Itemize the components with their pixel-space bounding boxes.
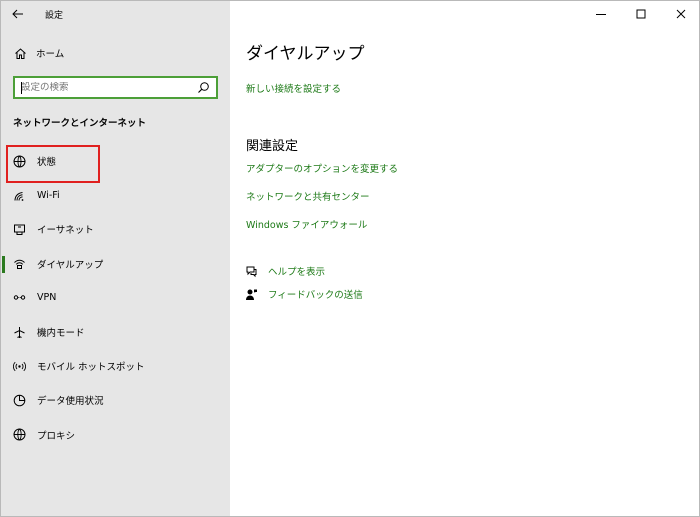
windows-firewall-link[interactable]: Windows ファイアウォール [246, 217, 367, 231]
sidebar-item-status[interactable]: 状態 [1, 144, 230, 178]
help-link[interactable]: ヘルプを表示 [244, 264, 325, 278]
back-arrow-icon [12, 9, 23, 19]
airplane-icon [12, 325, 26, 339]
minimize-button[interactable] [581, 1, 621, 27]
sidebar-item-label: 機内モード [37, 328, 85, 340]
dialup-icon [12, 257, 26, 271]
sidebar-item-airplane[interactable]: 機内モード [1, 315, 230, 349]
sidebar-home[interactable]: ホーム [1, 41, 230, 65]
ethernet-icon [12, 222, 26, 236]
sidebar-item-label: 状態 [37, 157, 57, 169]
sidebar-item-label: Wi-Fi [37, 189, 60, 201]
home-label: ホーム [36, 49, 65, 60]
maximize-button[interactable] [621, 1, 661, 27]
maximize-icon [636, 9, 646, 19]
help-chat-icon [244, 264, 258, 278]
app-title: 設定 [45, 10, 64, 21]
sidebar-item-label: モバイル ホットスポット [37, 362, 145, 374]
sidebar-item-hotspot[interactable]: モバイル ホットスポット [1, 349, 230, 383]
window-controls [581, 1, 699, 27]
sidebar-item-ethernet[interactable]: イーサネット [1, 212, 230, 246]
section-header: ネットワークとインターネット [13, 118, 147, 129]
feedback-person-icon [244, 287, 258, 301]
hotspot-icon [12, 359, 26, 373]
help-label: ヘルプを表示 [268, 267, 326, 278]
sidebar-item-proxy[interactable]: プロキシ [1, 418, 230, 452]
feedback-link[interactable]: フィードバックの送信 [244, 287, 363, 301]
text-caret [21, 82, 22, 94]
sidebar: 設定 ホーム ネットワークとインターネット [1, 1, 230, 516]
wifi-icon [12, 188, 26, 202]
settings-window: 設定 ホーム ネットワークとインターネット [0, 0, 700, 517]
nav-list: 状態 Wi-Fi イーサネット ダイヤルアップ VPN 機内モード モバイル ホ… [1, 144, 230, 452]
back-button[interactable] [1, 1, 35, 27]
data-usage-icon [12, 393, 26, 407]
sidebar-item-vpn[interactable]: VPN [1, 281, 230, 315]
sidebar-item-label: イーサネット [37, 225, 94, 237]
vpn-icon [12, 291, 26, 305]
globe-icon [12, 428, 26, 442]
network-sharing-center-link[interactable]: ネットワークと共有センター [246, 189, 370, 203]
page-title: ダイヤルアップ [246, 44, 365, 64]
close-button[interactable] [661, 1, 699, 27]
sidebar-item-label: データ使用状況 [37, 396, 104, 408]
sidebar-item-label: プロキシ [37, 430, 76, 442]
home-icon [13, 46, 27, 60]
main-pane: ダイヤルアップ 新しい接続を設定する 関連設定 アダプターのオプションを変更する… [230, 1, 699, 516]
search-icon[interactable] [197, 81, 210, 94]
sidebar-item-dialup[interactable]: ダイヤルアップ [1, 247, 230, 281]
sidebar-item-data-usage[interactable]: データ使用状況 [1, 383, 230, 417]
title-bar: 設定 [1, 1, 230, 27]
search-box[interactable] [13, 76, 218, 99]
search-input[interactable] [21, 82, 191, 93]
status-globe-icon [12, 154, 26, 168]
feedback-label: フィードバックの送信 [268, 290, 363, 301]
new-connection-link[interactable]: 新しい接続を設定する [246, 81, 341, 95]
sidebar-item-label: VPN [37, 292, 57, 304]
close-icon [676, 9, 686, 19]
sidebar-item-wifi[interactable]: Wi-Fi [1, 178, 230, 212]
sidebar-item-label: ダイヤルアップ [37, 259, 104, 271]
minimize-icon [596, 14, 606, 15]
related-settings-title: 関連設定 [246, 139, 299, 154]
adapter-options-link[interactable]: アダプターのオプションを変更する [246, 161, 398, 175]
